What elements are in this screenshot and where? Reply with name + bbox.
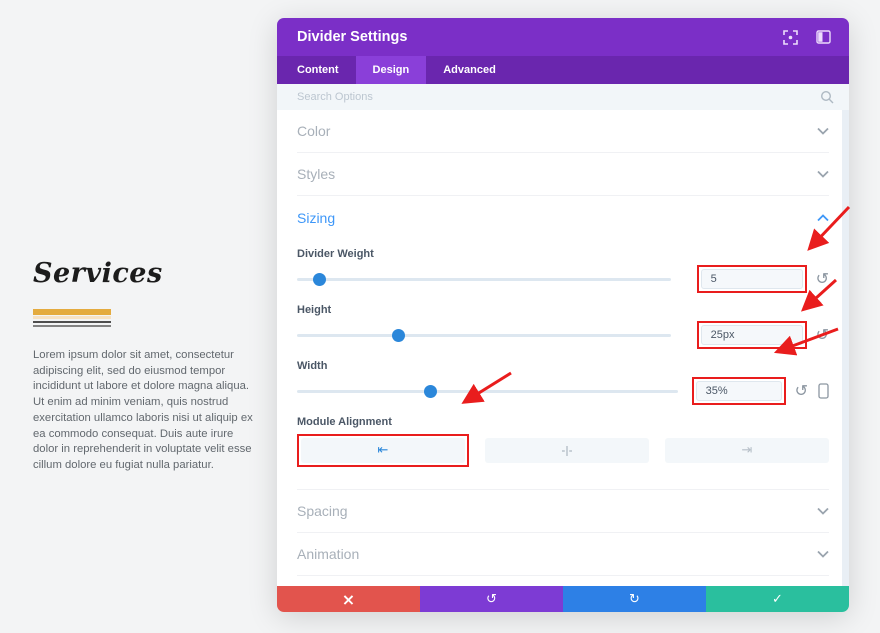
divider-stripe — [33, 321, 111, 323]
divider-weight-slider[interactable] — [297, 273, 671, 286]
modal-footer: × ↺ ↻ ✓ — [277, 586, 849, 612]
divider-stripe — [33, 325, 111, 327]
redo-button[interactable]: ↻ — [563, 586, 706, 612]
discard-button[interactable]: × — [277, 586, 420, 612]
annotation-box-width — [692, 377, 786, 405]
annotation-box-height — [697, 321, 807, 349]
align-right-button[interactable]: ⇥ — [665, 438, 829, 463]
close-icon: × — [342, 590, 355, 609]
section-sizing-label: Sizing — [297, 210, 335, 226]
height-label: Height — [297, 304, 829, 316]
annotation-box-alignment: ⇤ — [297, 434, 469, 467]
divider-preview — [33, 309, 111, 327]
chevron-up-icon — [817, 214, 829, 222]
section-styles-label: Styles — [297, 166, 335, 182]
expand-modal-icon[interactable] — [783, 30, 798, 45]
section-sizing[interactable]: Sizing — [297, 196, 829, 240]
chevron-down-icon — [817, 550, 829, 558]
divider-settings-modal: Divider Settings Content Design Advanced — [277, 18, 849, 612]
align-left-button[interactable]: ⇤ — [301, 438, 465, 463]
width-label: Width — [297, 360, 829, 372]
chevron-down-icon — [817, 127, 829, 135]
settings-body: Color Styles Sizing — [277, 110, 849, 586]
align-center-button[interactable] — [485, 438, 649, 463]
section-spacing[interactable]: Spacing — [297, 490, 829, 533]
height-input[interactable] — [701, 325, 803, 345]
search-icon — [820, 90, 834, 104]
slider-thumb[interactable] — [392, 329, 405, 342]
modal-tabs: Content Design Advanced — [277, 56, 849, 84]
chevron-down-icon — [817, 507, 829, 515]
sizing-fields: Divider Weight ↺ — [297, 248, 829, 490]
height-slider[interactable] — [297, 329, 671, 342]
reset-icon[interactable]: ↺ — [816, 271, 829, 287]
section-color-label: Color — [297, 123, 330, 139]
slider-track[interactable] — [297, 334, 671, 337]
width-input[interactable] — [696, 381, 782, 401]
tab-content[interactable]: Content — [280, 56, 356, 84]
divider-stripe — [33, 316, 111, 319]
section-spacing-label: Spacing — [297, 503, 348, 519]
divider-stripe — [33, 309, 111, 315]
snap-panel-icon[interactable] — [816, 30, 831, 44]
redo-icon: ↻ — [629, 592, 640, 607]
check-icon: ✓ — [772, 592, 783, 607]
field-module-alignment: Module Alignment ⇤ ⇥ — [297, 416, 829, 467]
divider-weight-label: Divider Weight — [297, 248, 829, 260]
page-canvas: Services Lorem ipsum dolor sit amet, con… — [0, 0, 880, 633]
field-divider-weight: Divider Weight ↺ — [297, 248, 829, 296]
divider-weight-input[interactable] — [701, 269, 803, 289]
divider-module-preview: Services Lorem ipsum dolor sit amet, con… — [33, 258, 257, 474]
section-color[interactable]: Color — [297, 110, 829, 153]
field-height: Height ↺ — [297, 304, 829, 352]
phone-responsive-icon[interactable] — [818, 383, 829, 399]
section-animation[interactable]: Animation — [297, 533, 829, 576]
slider-thumb[interactable] — [313, 273, 326, 286]
slider-track[interactable] — [297, 278, 671, 281]
annotation-box-divider-weight — [697, 265, 807, 293]
undo-button[interactable]: ↺ — [420, 586, 563, 612]
reset-icon[interactable]: ↺ — [816, 327, 829, 343]
preview-paragraph: Lorem ipsum dolor sit amet, consectetur … — [33, 348, 257, 474]
scrollbar[interactable] — [842, 110, 849, 586]
width-slider[interactable] — [297, 385, 678, 398]
field-width: Width ↺ — [297, 360, 829, 408]
reset-icon[interactable]: ↺ — [795, 383, 808, 399]
save-button[interactable]: ✓ — [706, 586, 849, 612]
search-options-bar — [277, 84, 849, 110]
slider-thumb[interactable] — [424, 385, 437, 398]
section-animation-label: Animation — [297, 546, 359, 562]
module-alignment-label: Module Alignment — [297, 416, 829, 428]
modal-title: Divider Settings — [297, 29, 765, 45]
chevron-down-icon — [817, 170, 829, 178]
tab-design[interactable]: Design — [356, 56, 427, 84]
tab-advanced[interactable]: Advanced — [426, 56, 513, 84]
preview-heading: Services — [33, 258, 257, 289]
slider-track[interactable] — [297, 390, 678, 393]
search-input[interactable] — [297, 91, 820, 103]
modal-header: Divider Settings — [277, 18, 849, 56]
section-styles[interactable]: Styles — [297, 153, 829, 196]
undo-icon: ↺ — [486, 592, 497, 607]
